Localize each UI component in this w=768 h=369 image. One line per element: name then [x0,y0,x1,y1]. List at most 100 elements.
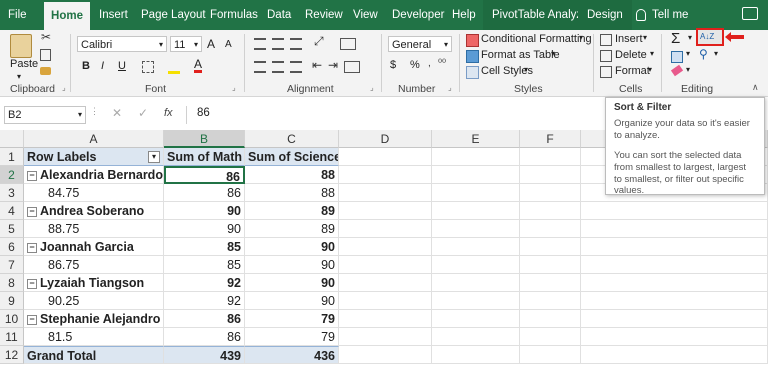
column-header-e[interactable]: E [432,130,520,148]
conditional-formatting-icon[interactable] [466,34,479,47]
row-header[interactable]: 11 [0,328,24,346]
empty-cell[interactable] [520,202,581,220]
empty-cell[interactable] [432,166,520,184]
tab-file[interactable]: File [8,0,38,30]
column-header-b[interactable]: B [164,130,245,148]
find-select-icon[interactable]: ⚲ [699,47,708,61]
empty-cell[interactable] [432,256,520,274]
percent-button[interactable]: % [410,59,420,71]
column-header-f[interactable]: F [520,130,581,148]
empty-cell[interactable] [581,274,768,292]
empty-cell[interactable] [339,274,432,292]
chevron-down-icon[interactable]: ▾ [643,33,647,42]
empty-cell[interactable] [339,166,432,184]
student-name-cell[interactable]: − Alexandria Bernardo [24,166,164,184]
chevron-down-icon[interactable]: ▾ [648,65,652,74]
collapse-ribbon-icon[interactable]: ∧ [752,82,759,93]
format-as-table-button[interactable]: Format as Table [481,49,560,61]
delete-button[interactable]: Delete [615,49,647,61]
empty-cell[interactable] [581,328,768,346]
font-color-button[interactable]: A [194,58,203,73]
row-header[interactable]: 3 [0,184,24,202]
empty-cell[interactable] [520,310,581,328]
empty-cell[interactable] [339,148,432,166]
row-header[interactable]: 12 [0,346,24,364]
row-header[interactable]: 7 [0,256,24,274]
grand-total-cell[interactable]: 439 [164,346,245,364]
pivot-header-cell[interactable]: Sum of Science [245,148,339,166]
insert-function-button[interactable]: fx [164,107,173,119]
empty-cell[interactable] [520,346,581,364]
student-name-cell[interactable]: − Stephanie Alejandro [24,310,164,328]
empty-cell[interactable] [432,328,520,346]
pivot-header-cell[interactable]: Sum of Math [164,148,245,166]
chevron-down-icon[interactable]: ▾ [650,49,654,58]
empty-cell[interactable] [432,238,520,256]
orientation-icon[interactable]: ⤢ [314,34,324,49]
number-launcher-icon[interactable]: ⌟ [448,83,452,92]
wrap-text-icon[interactable] [340,38,356,50]
empty-cell[interactable] [432,202,520,220]
math-score-cell[interactable]: 86 [164,310,245,328]
copy-icon[interactable] [40,49,51,61]
column-header-a[interactable]: A [24,130,164,148]
science-score-cell[interactable]: 79 [245,328,339,346]
row-header[interactable]: 1 [0,148,24,166]
math-score-cell[interactable]: 90 [164,202,245,220]
empty-cell[interactable] [339,310,432,328]
bold-button[interactable]: B [82,60,90,72]
student-name-cell[interactable]: − Andrea Soberano [24,202,164,220]
clipboard-launcher-icon[interactable]: ⌟ [62,83,66,92]
empty-cell[interactable] [432,274,520,292]
insert-button[interactable]: Insert [615,33,643,45]
row-header[interactable]: 6 [0,238,24,256]
font-launcher-icon[interactable]: ⌟ [232,83,236,92]
average-cell[interactable]: 88.75 [24,220,164,238]
math-score-cell[interactable]: 90 [164,220,245,238]
chevron-down-icon[interactable]: ▾ [688,33,692,42]
empty-cell[interactable] [581,256,768,274]
chevron-down-icon[interactable]: ▾ [714,49,718,58]
chevron-down-icon[interactable]: ▾ [686,49,690,58]
math-score-cell[interactable]: 92 [164,292,245,310]
format-button[interactable]: Format [615,65,650,77]
student-name-cell[interactable]: − Joannah Garcia [24,238,164,256]
tab-view[interactable]: View [353,0,378,30]
sort-filter-button[interactable]: A↓Z [696,28,724,46]
row-header[interactable]: 5 [0,220,24,238]
tab-formulas[interactable]: Formulas [210,0,258,30]
empty-cell[interactable] [581,238,768,256]
empty-cell[interactable] [520,292,581,310]
science-score-cell[interactable]: 88 [245,184,339,202]
empty-cell[interactable] [339,220,432,238]
empty-cell[interactable] [520,238,581,256]
top-align-icon[interactable] [254,38,266,50]
science-score-cell[interactable]: 90 [245,238,339,256]
empty-cell[interactable] [339,238,432,256]
fill-color-icon[interactable] [168,61,180,74]
empty-cell[interactable] [520,220,581,238]
empty-cell[interactable] [432,148,520,166]
empty-cell[interactable] [581,220,768,238]
empty-cell[interactable] [520,328,581,346]
decrease-font-size-button[interactable]: A [225,39,232,50]
collapse-icon[interactable]: − [27,314,37,325]
paste-dropdown-icon[interactable]: ▾ [17,72,21,81]
row-header[interactable]: 10 [0,310,24,328]
collapse-icon[interactable]: − [27,278,37,289]
empty-cell[interactable] [339,202,432,220]
science-score-cell[interactable]: 90 [245,274,339,292]
fill-icon[interactable] [671,51,683,63]
align-right-icon[interactable] [290,61,302,73]
name-box[interactable]: B2 ▾ [4,106,86,124]
column-header-c[interactable]: C [245,130,339,148]
pivot-header-cell[interactable]: Row Labels ▾ [24,148,164,166]
math-score-cell[interactable]: 86 [164,328,245,346]
autosum-button[interactable]: Σ [671,30,680,47]
formula-input[interactable]: 86 [197,107,210,119]
student-name-cell[interactable]: − Lyzaiah Tiangson [24,274,164,292]
middle-align-icon[interactable] [272,38,284,50]
chevron-down-icon[interactable]: ▾ [551,49,555,58]
empty-cell[interactable] [432,346,520,364]
empty-cell[interactable] [339,256,432,274]
